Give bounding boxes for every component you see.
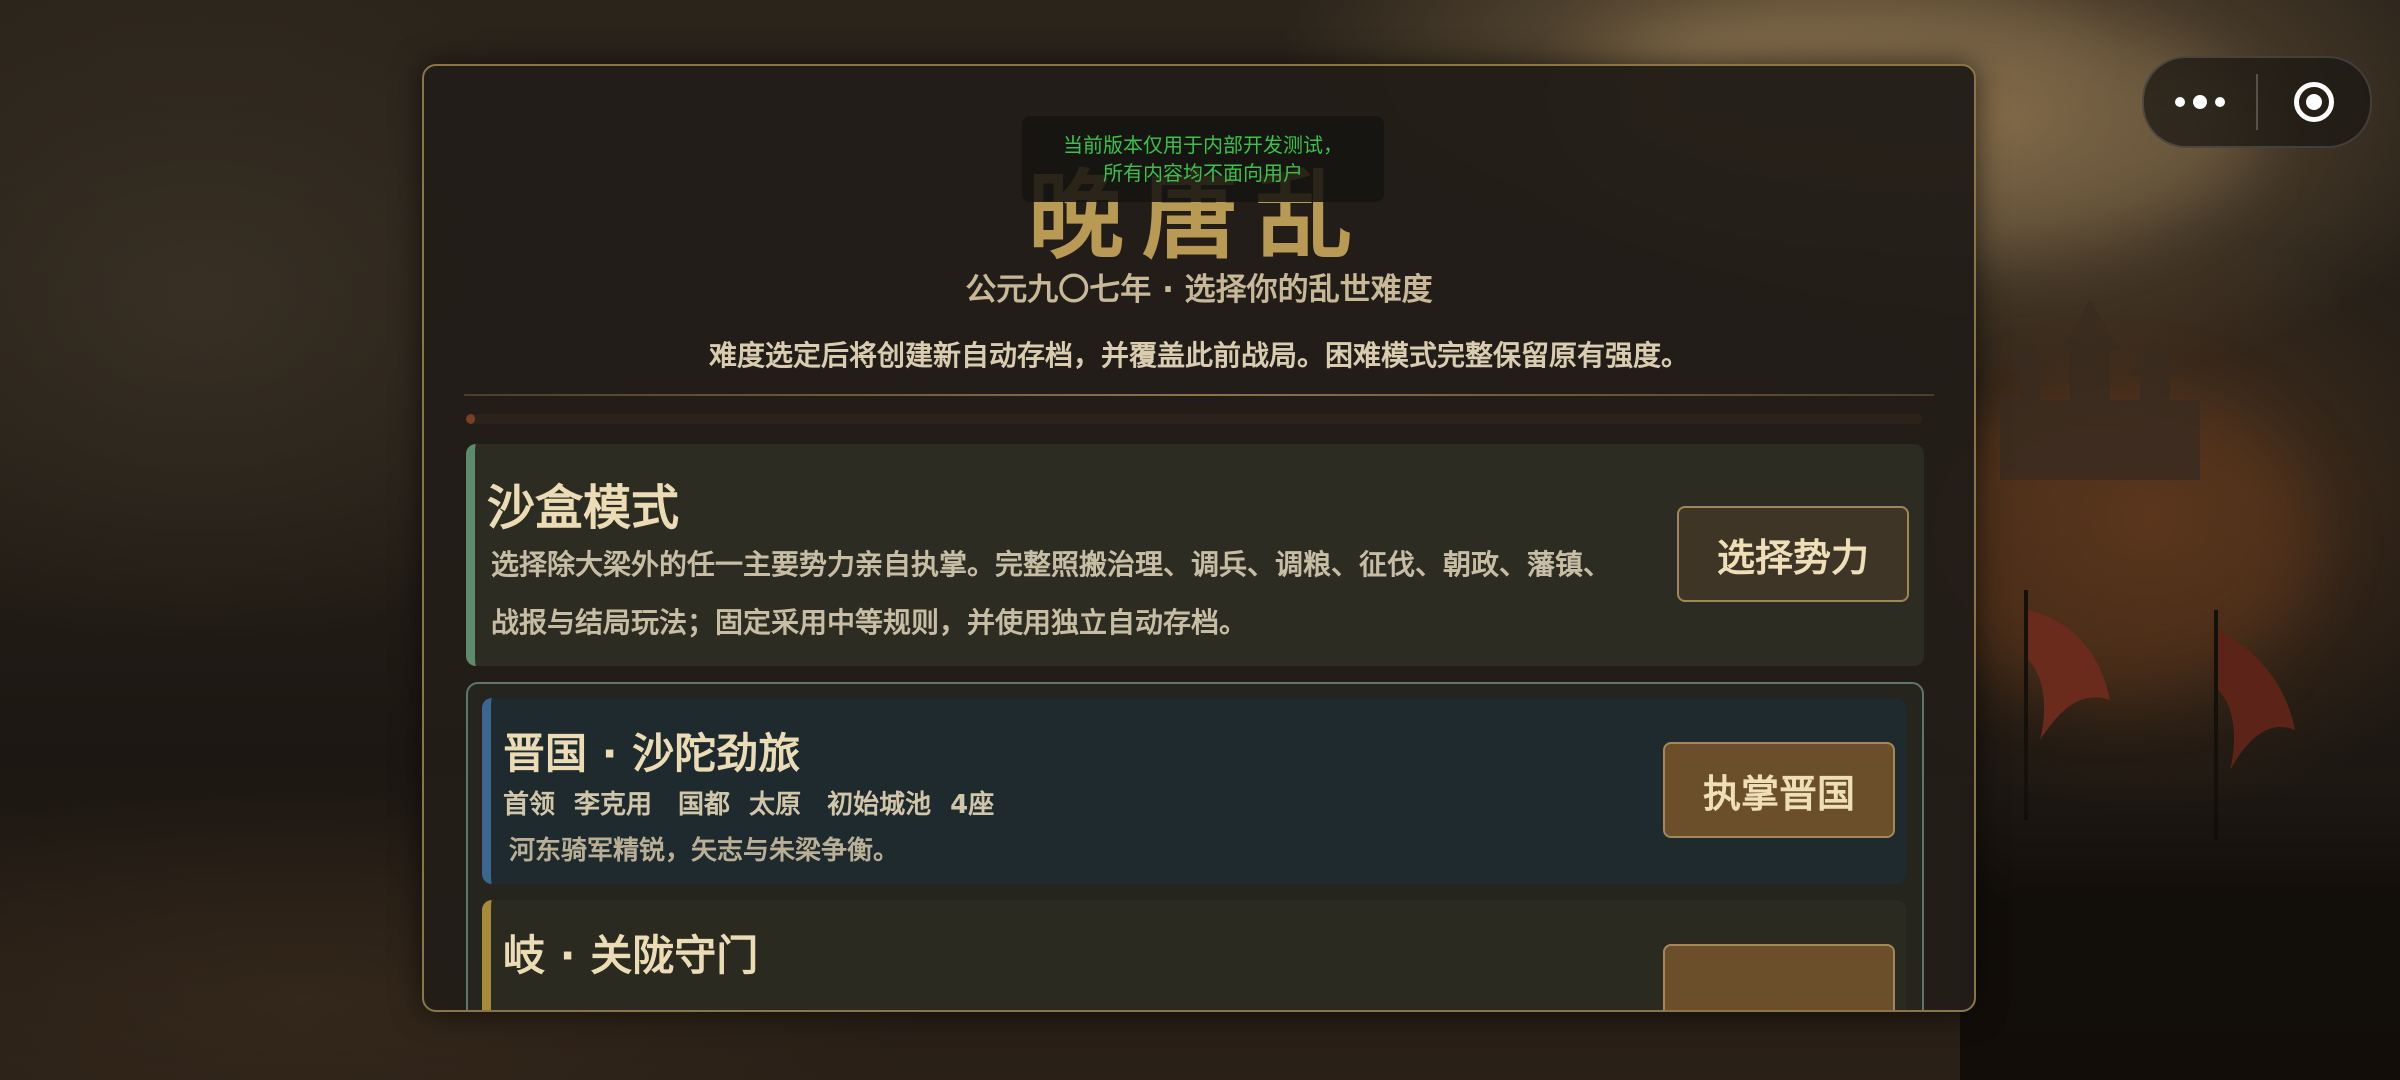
mode-list[interactable]: 沙盒模式 选择除大梁外的任一主要势力亲自执掌。完整照搬治理、调兵、调粮、征伐、朝… [466, 444, 1930, 1010]
faction-flavor: 河东骑军精锐，矢志与朱梁争衡。 [509, 836, 900, 866]
dev-notice-line: 所有内容均不面向用户 [1103, 161, 1303, 185]
more-dots-icon[interactable] [2144, 58, 2256, 146]
difficulty-panel: 晚唐乱 当前版本仅用于内部开发测试， 所有内容均不面向用户 公元九〇七年 · 选… [422, 64, 1976, 1012]
divider [464, 394, 1934, 396]
castle-silhouette [2000, 300, 2200, 480]
faction-card-jin: 晋国 · 沙陀劲旅 首领 李克用 国都 太原 初始城池 4座 河东骑军精锐，矢志… [482, 698, 1906, 884]
faction-name: 岐 · 关陇守门 [503, 931, 759, 980]
mini-program-capsule [2142, 56, 2372, 148]
page-description: 难度选定后将创建新自动存档，并覆盖此前战局。困难模式完整保留原有强度。 [708, 339, 1689, 372]
select-faction-button[interactable]: 选择势力 [1677, 506, 1909, 602]
faction-name: 晋国 · 沙陀劲旅 [503, 729, 801, 778]
target-circle-icon[interactable] [2258, 58, 2370, 146]
dev-notice-toast: 当前版本仅用于内部开发测试， 所有内容均不面向用户 [1022, 116, 1384, 202]
dev-notice-line: 当前版本仅用于内部开发测试， [1063, 133, 1343, 157]
command-qi-button[interactable] [1663, 944, 1895, 1010]
sandbox-mode-title: 沙盒模式 [487, 480, 680, 536]
sandbox-mode-description: 选择除大梁外的任一主要势力亲自执掌。完整照搬治理、调兵、调粮、征伐、朝政、藩镇、… [491, 548, 1612, 639]
army-silhouette [1960, 780, 2400, 1080]
faction-meta: 首领 李克用 国都 太原 初始城池 4座 [503, 790, 995, 820]
command-jin-button[interactable]: 执掌晋国 [1663, 742, 1895, 838]
scroll-progress-bar [466, 414, 1922, 424]
page-subtitle: 公元九〇七年 · 选择你的乱世难度 [965, 272, 1433, 308]
progress-fill [466, 414, 475, 424]
faction-card-qi: 岐 · 关陇守门 [482, 900, 1906, 1010]
sandbox-mode-card: 沙盒模式 选择除大梁外的任一主要势力亲自执掌。完整照搬治理、调兵、调粮、征伐、朝… [466, 444, 1924, 666]
faction-list: 晋国 · 沙陀劲旅 首领 李克用 国都 太原 初始城池 4座 河东骑军精锐，矢志… [466, 682, 1924, 1010]
